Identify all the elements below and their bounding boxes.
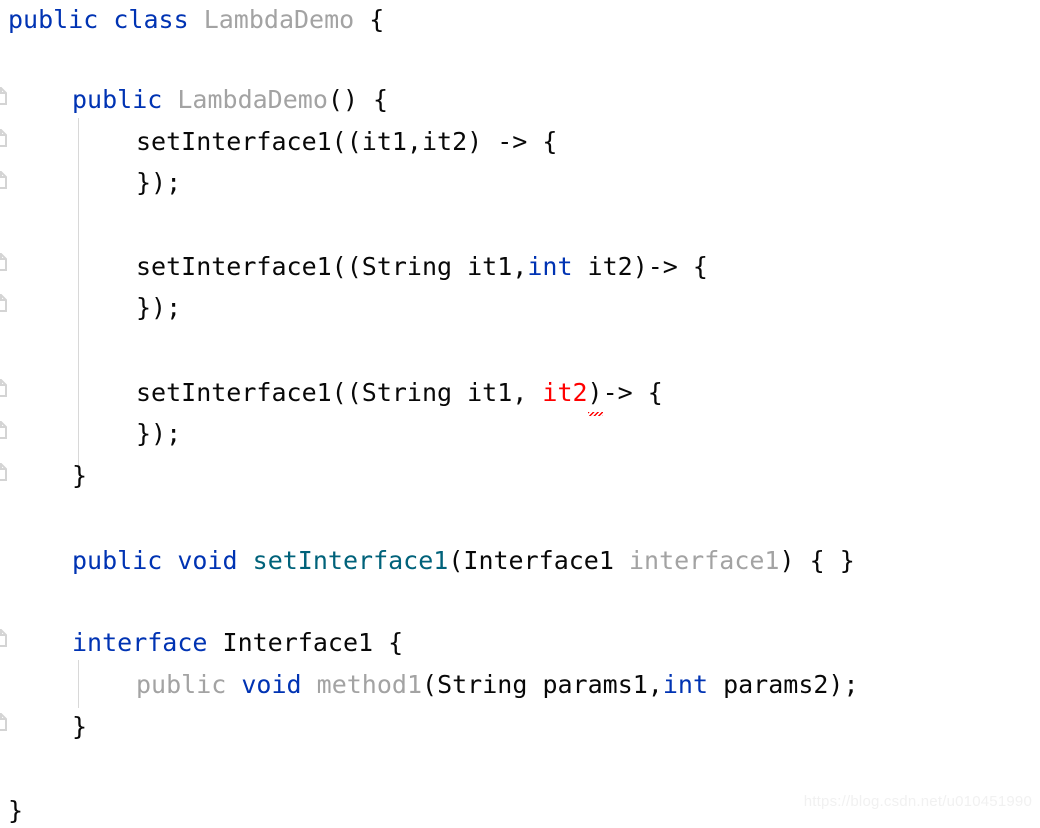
token-brace-open: { xyxy=(388,628,404,657)
token-keyword-public: public xyxy=(8,5,99,34)
token-param-type-string: String xyxy=(437,670,528,699)
token-keyword-int: int xyxy=(527,252,573,281)
code-line-14[interactable]: public void setInterface1(Interface1 int… xyxy=(72,541,1040,581)
token-call-lambda-2-head: setInterface1((String it1, xyxy=(136,252,528,281)
code-line-12[interactable]: } xyxy=(72,456,1040,496)
token-close-1: }); xyxy=(136,168,182,197)
token-class-name: LambdaDemo xyxy=(203,5,355,34)
error-squiggle-underline: ) xyxy=(587,373,603,416)
code-text-area[interactable]: public class LambdaDemo { public LambdaD… xyxy=(0,0,1040,828)
token-brace-close-interface: } xyxy=(72,712,88,741)
code-line-5[interactable]: }); xyxy=(136,163,1040,203)
token-keyword-void: void xyxy=(177,546,238,575)
token-close-3: }); xyxy=(136,419,182,448)
code-line-10[interactable]: setInterface1((String it1, it2)-> { xyxy=(136,373,1040,416)
code-line-1[interactable]: public class LambdaDemo { xyxy=(8,0,1040,40)
token-modifier-public: public xyxy=(136,670,227,699)
code-line-4[interactable]: setInterface1((it1,it2) -> { xyxy=(136,122,1040,162)
code-line-3[interactable]: public LambdaDemo() { xyxy=(72,80,1040,120)
code-line-16[interactable]: interface Interface1 { xyxy=(72,623,1040,663)
token-param-name-1: params1, xyxy=(527,670,663,699)
token-keyword-public: public xyxy=(72,546,163,575)
token-call-lambda-1: setInterface1((it1,it2) -> { xyxy=(136,127,558,156)
token-keyword-int: int xyxy=(662,670,709,699)
code-line-7[interactable]: setInterface1((String it1,int it2)-> { xyxy=(136,247,1040,287)
token-call-lambda-3-head: setInterface1((String it1, xyxy=(136,378,543,407)
code-line-17[interactable]: public void method1(String params1,int p… xyxy=(136,665,1040,705)
code-line-8[interactable]: }); xyxy=(136,288,1040,328)
source-watermark: https://blog.csdn.net/u010451990 xyxy=(803,793,1032,810)
token-keyword-void: void xyxy=(241,670,302,699)
token-keyword-public: public xyxy=(72,85,163,114)
token-param-name: interface1 xyxy=(628,546,780,575)
token-error-it2: it2 xyxy=(542,378,588,407)
token-brace-open: { xyxy=(369,5,385,34)
token-abstract-method-name: method1 xyxy=(316,670,423,699)
token-method-tail: ) { } xyxy=(779,546,855,575)
token-param-name-2: params2); xyxy=(708,670,859,699)
token-constructor-tail: () { xyxy=(327,85,389,114)
token-keyword-interface: interface xyxy=(72,628,208,657)
token-method-declaration: setInterface1 xyxy=(252,546,449,575)
token-interface-name: Interface1 xyxy=(222,628,374,657)
code-line-11[interactable]: }); xyxy=(136,414,1040,454)
token-brace-close-class: } xyxy=(8,796,24,825)
code-editor-canvas[interactable]: public class LambdaDemo { public LambdaD… xyxy=(0,0,1040,828)
code-line-18[interactable]: } xyxy=(72,707,1040,747)
token-paren-open: ( xyxy=(422,670,438,699)
token-call-lambda-2-tail: it2)-> { xyxy=(572,252,708,281)
token-brace-close-constructor: } xyxy=(72,461,88,490)
token-constructor-name: LambdaDemo xyxy=(177,85,328,114)
token-close-2: }); xyxy=(136,293,182,322)
token-param-type: Interface1 xyxy=(463,546,614,575)
token-keyword-class: class xyxy=(113,5,189,34)
token-call-lambda-3-tail: -> { xyxy=(602,378,663,407)
token-paren-open: ( xyxy=(448,546,464,575)
